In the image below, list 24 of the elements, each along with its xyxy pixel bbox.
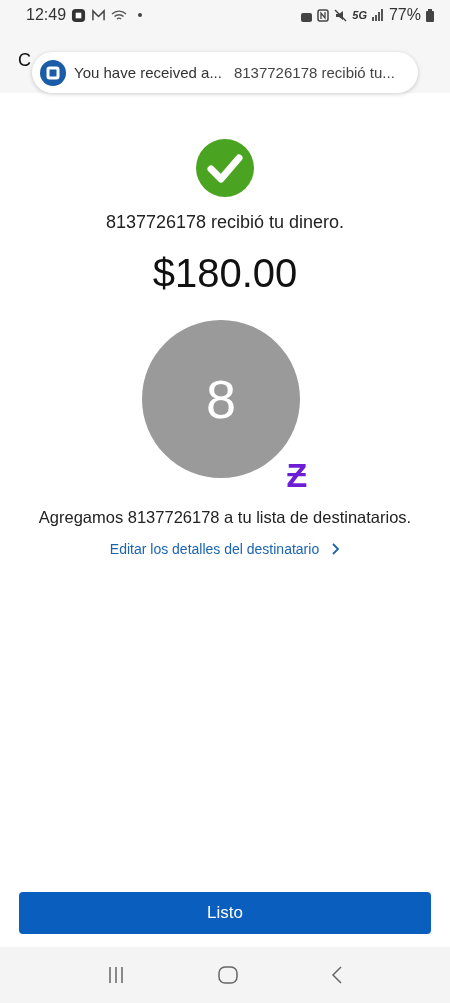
network-type: 5G — [352, 9, 367, 21]
back-icon[interactable] — [331, 966, 344, 984]
bank-logo-icon — [40, 59, 66, 86]
done-button[interactable]: Listo — [19, 892, 431, 934]
battery-percent: 77% — [388, 6, 421, 24]
added-message: Agregamos 8137726178 a tu lista de destinatarios. — [38, 508, 412, 527]
confirmation-message: 8137726178 recibió tu dinero. — [105, 212, 345, 233]
battery-icon — [426, 8, 434, 22]
success-check-icon — [196, 139, 254, 197]
app-icon — [71, 7, 87, 23]
amount: $180.00 — [152, 251, 298, 296]
status-time: 12:49 — [26, 6, 67, 24]
signal-icon — [371, 9, 384, 21]
recent-apps-icon[interactable] — [106, 966, 125, 984]
notification-dot-icon — [138, 13, 143, 17]
header-title: C — [18, 50, 31, 71]
mail-icon — [91, 8, 107, 22]
chevron-right-icon — [331, 542, 341, 556]
nfc-icon — [317, 8, 330, 22]
edit-recipient-link[interactable]: Editar los detalles del destinatario — [109, 541, 341, 557]
notification-banner[interactable]: You have received a... 8137726178 recibió tu... — [32, 52, 418, 93]
home-icon[interactable] — [218, 966, 238, 984]
wifi-icon — [111, 8, 128, 22]
mute-icon — [334, 8, 348, 22]
